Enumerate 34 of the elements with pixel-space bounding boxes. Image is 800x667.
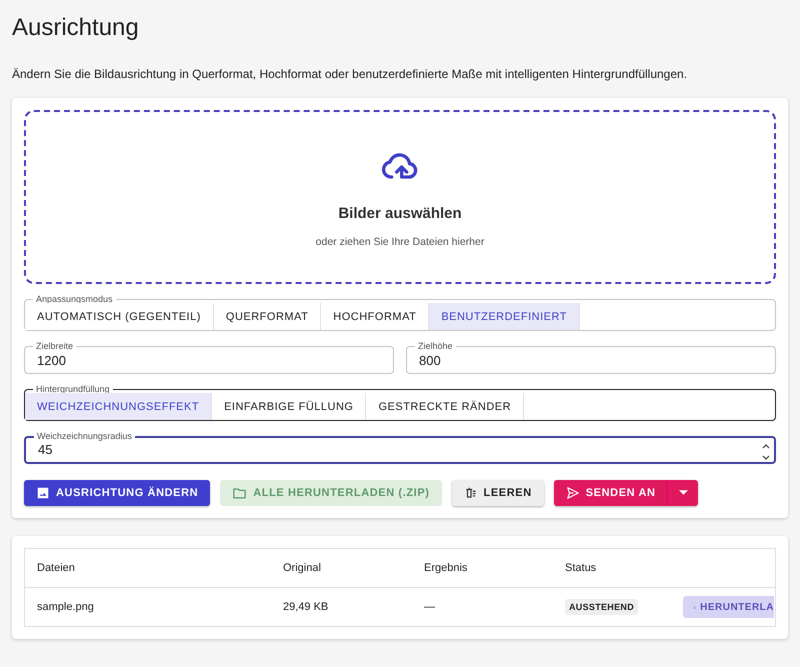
column-header: Dateien bbox=[24, 548, 271, 588]
number-field[interactable]: Weichzeichnungsradius 45 bbox=[24, 431, 776, 464]
input-field[interactable]: Zielhöhe 800 bbox=[406, 341, 776, 374]
send-button[interactable]: SENDEN AN bbox=[554, 480, 668, 506]
column-header: Original bbox=[271, 548, 412, 588]
status-chip: AUSSTEHEND bbox=[565, 599, 638, 615]
dropdown-button[interactable] bbox=[668, 480, 698, 506]
group-label: Hintergrundfüllung bbox=[36, 384, 110, 394]
send-icon bbox=[566, 486, 580, 500]
field-label: Zielhöhe bbox=[418, 341, 453, 351]
page-description: Ändern Sie die Bildausrichtung in Querformat, Hochformat oder benutzerdefinierte Maße mit intelligenten Hintergrundfüllungen. bbox=[12, 66, 688, 82]
dropzone[interactable]: Bilder auswählen oder ziehen Sie Ihre Dateien hierher bbox=[24, 110, 776, 284]
fill-toggle[interactable]: WEICHZEICHNUNGSEFFEKT bbox=[25, 393, 212, 420]
field-label: Zielbreite bbox=[36, 341, 74, 351]
dropzone-hint: oder ziehen Sie Ihre Dateien hierher bbox=[316, 236, 484, 248]
folder-icon bbox=[232, 486, 248, 500]
caret-icon bbox=[678, 490, 688, 496]
column-header: Ergebnis bbox=[412, 548, 553, 588]
clear-button[interactable]: LEEREN bbox=[452, 480, 544, 506]
table-cell: sample.png bbox=[24, 588, 271, 626]
group-label: Anpassungsmodus bbox=[36, 294, 113, 304]
column-header: Status bbox=[553, 548, 671, 588]
dropzone-title: Bilder auswählen bbox=[338, 204, 462, 222]
mode-toggle[interactable]: AUTOMATISCH (GEGENTEIL) bbox=[25, 303, 214, 330]
field-label: Weichzeichnungsradius bbox=[37, 431, 132, 441]
input-field[interactable]: Zielbreite 1200 bbox=[24, 341, 394, 374]
rotate-button[interactable]: AUSRICHTUNG ÄNDERN bbox=[24, 480, 210, 506]
page-title: Ausrichtung bbox=[12, 13, 140, 42]
spinner-icon[interactable] bbox=[762, 442, 770, 462]
image-icon bbox=[36, 486, 50, 500]
mode-toggle[interactable]: BENUTZERDEFINIERT bbox=[429, 303, 580, 330]
trash-icon bbox=[464, 486, 478, 500]
table-cell: — bbox=[412, 588, 553, 626]
table-cell: 29,49 KB bbox=[271, 588, 412, 626]
